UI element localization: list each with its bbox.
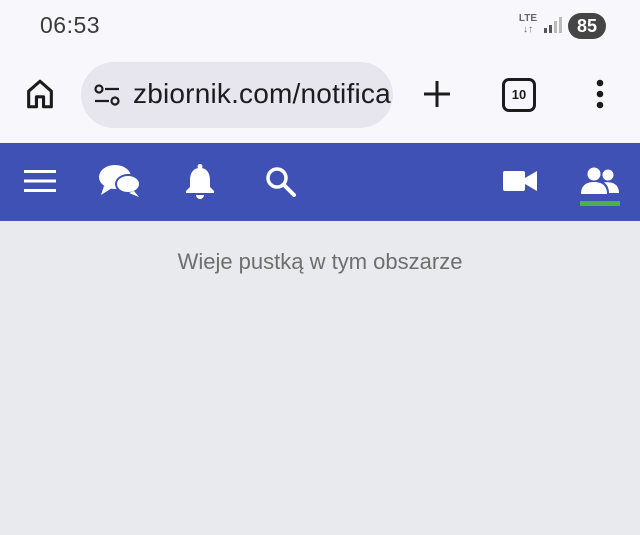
main-content: Wieje pustką w tym obszarze — [0, 221, 640, 535]
bell-icon — [186, 164, 214, 199]
battery-indicator: 85 — [568, 13, 606, 39]
status-time: 06:53 — [40, 12, 101, 38]
active-tab-indicator — [580, 201, 620, 206]
signal-icon — [544, 17, 562, 33]
app-navigation-bar — [0, 143, 640, 221]
video-button[interactable] — [502, 161, 538, 201]
tune-icon[interactable] — [93, 82, 121, 108]
home-icon — [27, 79, 53, 109]
status-bar: 06:53 LTE ↓↑ 85 — [0, 0, 640, 52]
chat-icon — [99, 165, 141, 197]
url-text[interactable]: zbiornik.com/notifica — [133, 78, 391, 110]
search-icon — [266, 167, 296, 197]
lte-icon: LTE ↓↑ — [518, 13, 538, 35]
plus-icon — [424, 81, 450, 107]
video-icon — [503, 171, 537, 191]
notifications-button[interactable] — [183, 161, 217, 201]
new-tab-button[interactable] — [417, 74, 457, 114]
network-type: LTE — [518, 13, 538, 24]
empty-state-message: Wieje pustką w tym obszarze — [177, 249, 463, 274]
search-button[interactable] — [262, 161, 298, 201]
tabs-button[interactable]: 10 — [502, 78, 536, 112]
home-button[interactable] — [20, 74, 60, 114]
friends-button[interactable] — [580, 161, 620, 201]
people-icon — [581, 167, 619, 194]
more-vert-icon — [596, 79, 604, 109]
menu-button[interactable] — [22, 161, 58, 201]
browser-toolbar: zbiornik.com/notifica 10 — [0, 52, 640, 143]
address-bar[interactable]: zbiornik.com/notifica — [81, 62, 393, 128]
more-menu-button[interactable] — [586, 74, 614, 114]
menu-icon — [24, 170, 56, 192]
messages-button[interactable] — [98, 161, 142, 201]
